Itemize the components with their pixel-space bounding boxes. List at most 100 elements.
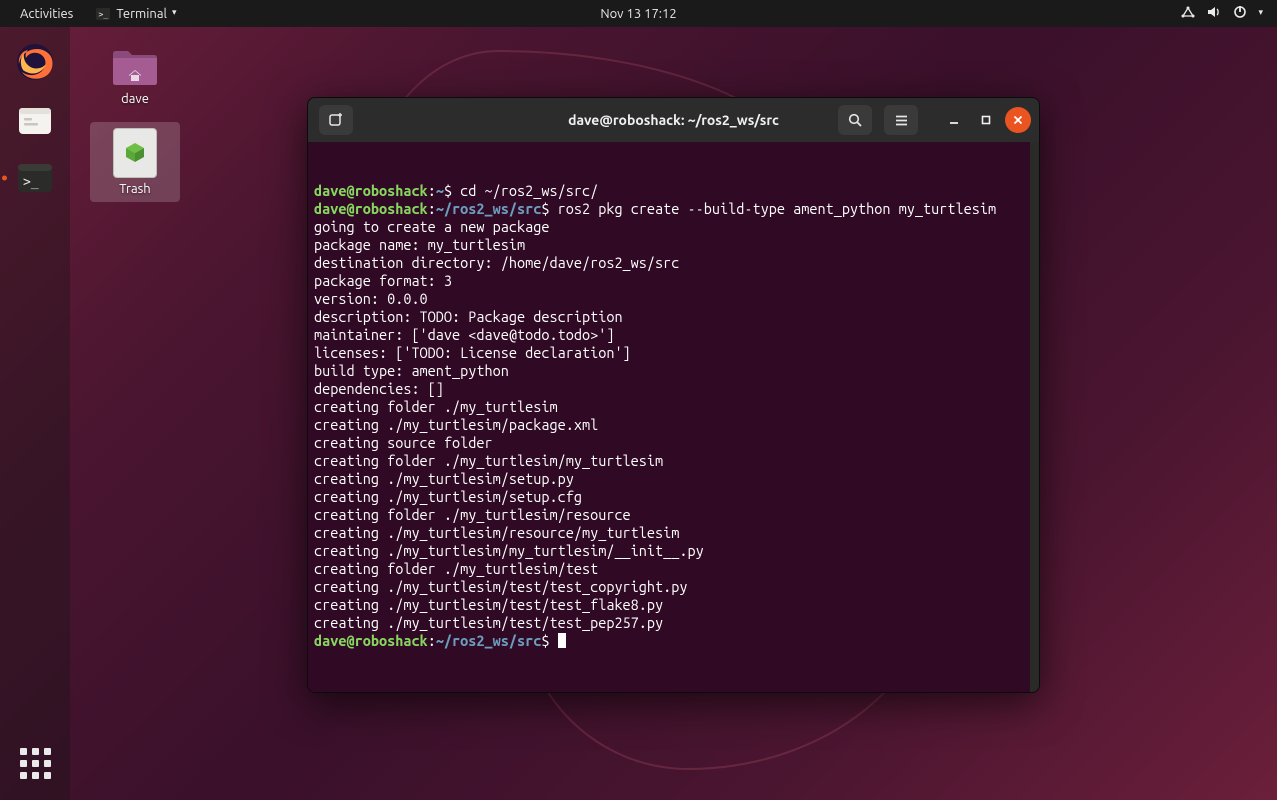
terminal-text: creating folder ./my_turtlesim/test — [314, 560, 598, 577]
terminal-line: creating folder ./my_turtlesim — [314, 398, 1033, 416]
terminal-line: creating folder ./my_turtlesim/resource — [314, 506, 1033, 524]
terminal-line: going to create a new package — [314, 218, 1033, 236]
new-tab-icon — [328, 112, 344, 128]
terminal-line: build type: ament_python — [314, 362, 1033, 380]
terminal-line: creating folder ./my_turtlesim/my_turtle… — [314, 452, 1033, 470]
dock-firefox[interactable] — [9, 36, 61, 88]
terminal-line: destination directory: /home/dave/ros2_w… — [314, 254, 1033, 272]
terminal-text: creating folder ./my_turtlesim — [314, 398, 558, 415]
dock-files[interactable] — [9, 94, 61, 146]
terminal-icon: >_ — [13, 156, 57, 200]
terminal-text: dependencies: [] — [314, 380, 444, 397]
terminal-text: $ ros2 pkg create --build-type ament_pyt… — [541, 200, 996, 217]
chevron-down-icon: ▾ — [172, 7, 177, 18]
desktop-icons: dave Trash — [90, 38, 180, 212]
terminal-line: dependencies: [] — [314, 380, 1033, 398]
active-app-label: Terminal — [116, 7, 167, 21]
terminal-text: going to create a new package — [314, 218, 549, 235]
terminal-text: creating folder ./my_turtlesim/resource — [314, 506, 631, 523]
terminal-text: $ cd ~/ros2_ws/src/ — [444, 182, 598, 199]
terminal-line: package name: my_turtlesim — [314, 236, 1033, 254]
network-icon[interactable] — [1180, 4, 1196, 23]
terminal-text: package name: my_turtlesim — [314, 236, 525, 253]
terminal-line: version: 0.0.0 — [314, 290, 1033, 308]
terminal-titlebar[interactable]: dave@roboshack: ~/ros2_ws/src — [308, 98, 1039, 142]
terminal-text: creating ./my_turtlesim/package.xml — [314, 416, 598, 433]
terminal-line: dave@roboshack:~/ros2_ws/src$ — [314, 632, 1033, 650]
terminal-text: creating ./my_turtlesim/test/test_copyri… — [314, 578, 688, 595]
terminal-text: dave@roboshack — [314, 182, 428, 199]
dock-terminal[interactable]: >_ — [9, 152, 61, 204]
terminal-cursor — [558, 633, 566, 648]
search-icon — [848, 113, 863, 128]
minimize-button[interactable] — [941, 107, 967, 133]
terminal-text: dave@roboshack — [314, 200, 428, 217]
terminal-app-icon: >_ — [95, 6, 111, 22]
terminal-text: ~ — [436, 182, 444, 199]
search-button[interactable] — [838, 105, 872, 135]
terminal-text: ~/ros2_ws/src — [436, 632, 542, 649]
hamburger-menu-button[interactable] — [884, 105, 918, 135]
chevron-down-icon[interactable]: ▾ — [1258, 7, 1263, 18]
terminal-line: creating ./my_turtlesim/package.xml — [314, 416, 1033, 434]
terminal-line: licenses: ['TODO: License declaration'] — [314, 344, 1033, 362]
terminal-line: creating ./my_turtlesim/test/test_copyri… — [314, 578, 1033, 596]
activities-label: Activities — [20, 7, 73, 21]
home-folder-icon — [111, 44, 159, 88]
terminal-line: dave@roboshack:~$ cd ~/ros2_ws/src/ — [314, 182, 1033, 200]
terminal-text: : — [428, 200, 436, 217]
terminal-line: description: TODO: Package description — [314, 308, 1033, 326]
terminal-line: package format: 3 — [314, 272, 1033, 290]
maximize-icon — [980, 114, 992, 126]
terminal-text: ~/ros2_ws/src — [436, 200, 542, 217]
terminal-line: dave@roboshack:~/ros2_ws/src$ ros2 pkg c… — [314, 200, 1033, 218]
firefox-icon — [13, 40, 57, 84]
terminal-text: : — [428, 182, 436, 199]
desktop-trash-label: Trash — [119, 182, 150, 196]
terminal-line: creating ./my_turtlesim/setup.cfg — [314, 488, 1033, 506]
terminal-line: creating ./my_turtlesim/my_turtlesim/__i… — [314, 542, 1033, 560]
terminal-line: creating ./my_turtlesim/setup.py — [314, 470, 1033, 488]
terminal-text: creating folder ./my_turtlesim/my_turtle… — [314, 452, 663, 469]
trash-icon — [113, 128, 157, 178]
gnome-top-bar: Activities >_ Terminal ▾ Nov 13 17:12 ▾ — [0, 0, 1277, 27]
terminal-text: : — [428, 632, 436, 649]
terminal-window: dave@roboshack: ~/ros2_ws/src dave@robos… — [307, 97, 1040, 693]
desktop-trash[interactable]: Trash — [90, 122, 180, 202]
terminal-text: build type: ament_python — [314, 362, 509, 379]
activities-button[interactable]: Activities — [10, 0, 83, 27]
terminal-text: description: TODO: Package description — [314, 308, 623, 325]
terminal-text: creating ./my_turtlesim/test/test_pep257… — [314, 614, 663, 631]
minimize-icon — [948, 114, 960, 126]
maximize-button[interactable] — [973, 107, 999, 133]
terminal-text: package format: 3 — [314, 272, 452, 289]
hamburger-icon — [894, 113, 909, 128]
terminal-text: maintainer: ['dave <dave@todo.todo>'] — [314, 326, 614, 343]
desktop-folder-dave[interactable]: dave — [90, 38, 180, 112]
terminal-text: creating source folder — [314, 434, 493, 451]
terminal-text: version: 0.0.0 — [314, 290, 428, 307]
volume-icon[interactable] — [1206, 4, 1222, 23]
terminal-line: creating ./my_turtlesim/test/test_pep257… — [314, 614, 1033, 632]
terminal-text: creating ./my_turtlesim/resource/my_turt… — [314, 524, 679, 541]
new-tab-button[interactable] — [319, 105, 353, 135]
terminal-line: creating ./my_turtlesim/resource/my_turt… — [314, 524, 1033, 542]
dock: >_ — [0, 27, 70, 800]
files-icon — [13, 98, 57, 142]
terminal-line: maintainer: ['dave <dave@todo.todo>'] — [314, 326, 1033, 344]
terminal-output[interactable]: dave@roboshack:~$ cd ~/ros2_ws/src/dave@… — [308, 142, 1039, 692]
clock-label[interactable]: Nov 13 17:12 — [600, 7, 676, 21]
power-icon[interactable] — [1232, 4, 1248, 23]
terminal-text: creating ./my_turtlesim/test/test_flake8… — [314, 596, 663, 613]
terminal-text: dave@roboshack — [314, 632, 428, 649]
svg-text:>_: >_ — [99, 10, 109, 19]
active-app-menu[interactable]: >_ Terminal ▾ — [85, 0, 186, 27]
terminal-line: creating ./my_turtlesim/test/test_flake8… — [314, 596, 1033, 614]
terminal-scrollbar[interactable] — [1030, 142, 1039, 692]
show-applications-button[interactable] — [10, 738, 60, 788]
close-button[interactable] — [1005, 107, 1031, 133]
terminal-text: $ — [541, 632, 557, 649]
terminal-text: creating ./my_turtlesim/my_turtlesim/__i… — [314, 542, 704, 559]
svg-text:>_: >_ — [23, 175, 39, 190]
desktop-folder-label: dave — [121, 92, 149, 106]
